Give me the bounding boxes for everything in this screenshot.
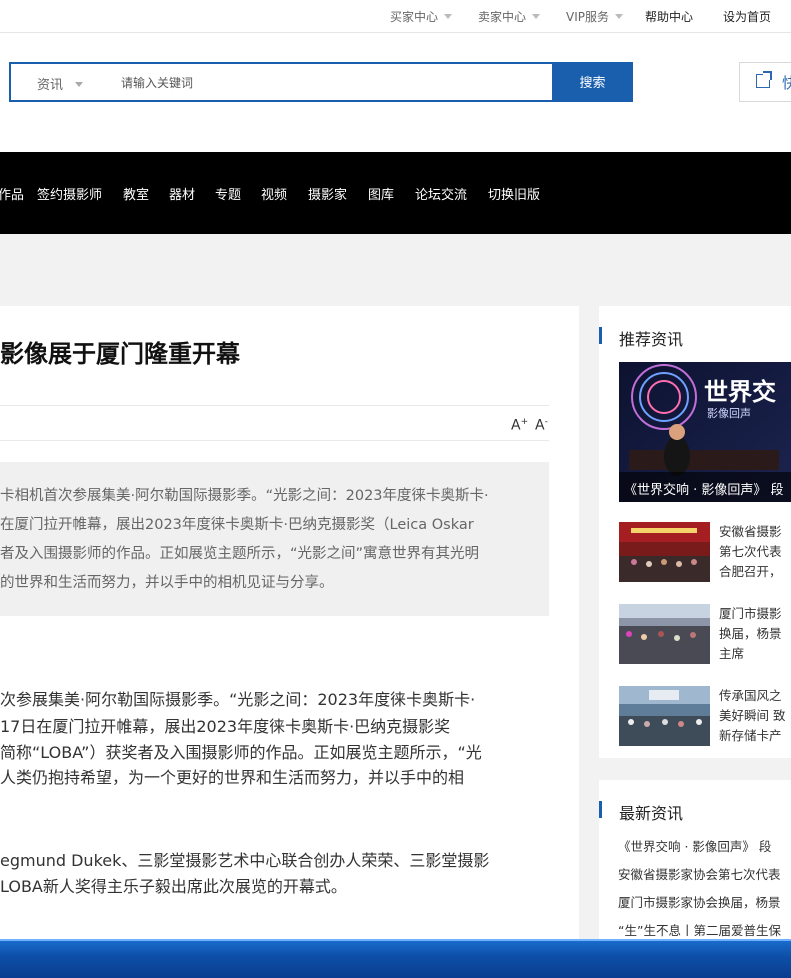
set-homepage-link[interactable]: 设为首页 xyxy=(723,8,771,25)
divider xyxy=(0,440,549,441)
chevron-down-icon xyxy=(444,14,453,19)
body-line: egmund Dukek、三影堂摄影艺术中心联合创办人荣荣、三影堂摄影 xyxy=(0,851,490,870)
buyer-center-link[interactable]: 买家中心 xyxy=(390,8,453,25)
latest-heading: 最新资讯 xyxy=(598,800,683,824)
latest-item[interactable]: 《世界交响 · 影像回声》 段 xyxy=(618,836,771,855)
latest-item[interactable]: “生”生不息丨第二届爱普生保 xyxy=(618,920,781,939)
news-line: 厦门市摄影 xyxy=(719,606,782,621)
nav-item-classroom[interactable]: 教室 xyxy=(123,184,149,203)
article-summary: 卡相机首次参展集美·阿尔勒国际摄影季。“光影之间：2023年度徕卡奥斯卡· 在厦… xyxy=(0,462,549,616)
body-line: 次参展集美·阿尔勒国际摄影季。“光影之间：2023年度徕卡奥斯卡· xyxy=(0,690,476,709)
nav-item-works[interactable]: 作品 xyxy=(0,184,24,203)
body-line: 17日在厦门拉开帷幕，展出2023年度徕卡奥斯卡·巴纳克摄影奖 xyxy=(0,717,451,736)
recommended-heading: 推荐资讯 xyxy=(598,326,683,350)
vip-service-link[interactable]: VIP服务 xyxy=(566,8,623,25)
news-item-title[interactable]: 传承国风之 美好瞬间 致 新存储卡产 xyxy=(719,686,791,746)
body-line: LOBA新人奖得主乐子毅出席此次展览的开幕式。 xyxy=(0,877,347,896)
help-center-link[interactable]: 帮助中心 xyxy=(645,8,693,25)
latest-panel: 最新资讯 《世界交响 · 影像回声》 段 安徽省摄影家协会第七次代表 厦门市摄影… xyxy=(598,780,791,950)
news-item-title[interactable]: 厦门市摄影 换届，杨景 主席 xyxy=(719,604,791,664)
article-panel: 影像展于厦门隆重开幕 A+ A- 卡相机首次参展集美·阿尔勒国际摄影季。“光影之… xyxy=(0,306,579,946)
top-utility-bar: 买家中心 卖家中心 VIP服务 帮助中心 设为首页 xyxy=(0,0,791,33)
featured-news-image[interactable]: 世界交 影像回声 《世界交响 · 影像回声》 段 xyxy=(619,362,791,502)
quick-link-label: 快 xyxy=(782,74,791,92)
nav-item-photographers[interactable]: 摄影家 xyxy=(308,184,347,203)
nav-item-topics[interactable]: 专题 xyxy=(215,184,241,203)
news-line: 主席 xyxy=(719,646,745,661)
latest-item[interactable]: 安徽省摄影家协会第七次代表 xyxy=(618,864,781,883)
font-increase-button[interactable]: A+ xyxy=(511,417,528,434)
divider xyxy=(0,405,549,406)
summary-line: 卡相机首次参展集美·阿尔勒国际摄影季。“光影之间：2023年度徕卡奥斯卡· xyxy=(0,488,489,504)
news-line: 合肥召开， xyxy=(719,564,782,579)
nav-item-video[interactable]: 视频 xyxy=(261,184,287,203)
summary-line: 在厦门拉开帷幕，展出2023年度徕卡奥斯卡·巴纳克摄影奖（Leica Oskar xyxy=(0,517,474,533)
main-nav: 作品 签约摄影师 教室 器材 专题 视频 摄影家 图库 论坛交流 切换旧版 xyxy=(0,152,791,234)
news-line: 第七次代表 xyxy=(719,544,782,559)
article-title: 影像展于厦门隆重开幕 xyxy=(0,340,240,368)
search-box: 资讯 xyxy=(9,62,554,102)
nav-item-forum[interactable]: 论坛交流 xyxy=(415,184,467,203)
news-thumbnail[interactable] xyxy=(619,522,710,582)
search-input[interactable] xyxy=(119,70,543,96)
body-line: 简称“LOBA”）获奖者及入围摄影师的作品。正如展览主题所示，“光 xyxy=(0,743,482,762)
nav-item-old-version[interactable]: 切换旧版 xyxy=(488,184,540,203)
nav-item-signed-photographers[interactable]: 签约摄影师 xyxy=(37,184,102,203)
nav-item-equipment[interactable]: 器材 xyxy=(169,184,195,203)
summary-line: 的世界和生活而努力，并以手中的相机见证与分享。 xyxy=(0,575,334,591)
chevron-down-icon xyxy=(532,14,541,19)
news-line: 新存储卡产 xyxy=(719,728,782,743)
search-button[interactable]: 搜索 xyxy=(552,62,633,102)
news-photo xyxy=(619,604,710,664)
featured-poster-subtitle: 影像回声 xyxy=(707,407,751,420)
taskbar-highlight xyxy=(0,939,791,941)
featured-caption: 《世界交响 · 影像回声》 段 xyxy=(624,483,784,498)
featured-poster-title: 世界交 xyxy=(704,378,776,406)
news-line: 换届，杨景 xyxy=(719,626,782,641)
body-line: 人类仍抱持希望，为一个更好的世界和生活而努力，并以手中的相 xyxy=(0,768,465,787)
summary-line: 者及入围摄影师的作品。正如展览主题所示，“光影之间”寓意世界有其光明 xyxy=(0,546,480,562)
os-taskbar[interactable] xyxy=(0,939,791,978)
search-category-select[interactable]: 资讯 xyxy=(37,74,84,93)
news-photo xyxy=(619,522,710,582)
news-photo xyxy=(619,686,710,746)
quick-link-button[interactable]: 快 xyxy=(739,62,791,102)
news-item-title[interactable]: 安徽省摄影 第七次代表 合肥召开， xyxy=(719,522,791,582)
news-line: 美好瞬间 致 xyxy=(719,708,786,723)
chevron-down-icon xyxy=(615,14,623,19)
external-link-icon xyxy=(756,71,772,88)
latest-item[interactable]: 厦门市摄影家协会换届，杨景 xyxy=(618,892,781,911)
site-header: 资讯 搜索 快 xyxy=(0,33,791,152)
news-thumbnail[interactable] xyxy=(619,686,710,746)
seller-center-link[interactable]: 卖家中心 xyxy=(478,8,541,25)
chevron-down-icon xyxy=(75,82,84,87)
news-line: 安徽省摄影 xyxy=(719,524,782,539)
nav-item-gallery[interactable]: 图库 xyxy=(368,184,394,203)
news-thumbnail[interactable] xyxy=(619,604,710,664)
font-decrease-button[interactable]: A- xyxy=(535,417,548,434)
recommended-panel: 推荐资讯 世界交 影像回声 《世界交响 · 影像回声》 段 安徽省摄影 第七次代… xyxy=(598,306,791,758)
news-line: 传承国风之 xyxy=(719,688,782,703)
